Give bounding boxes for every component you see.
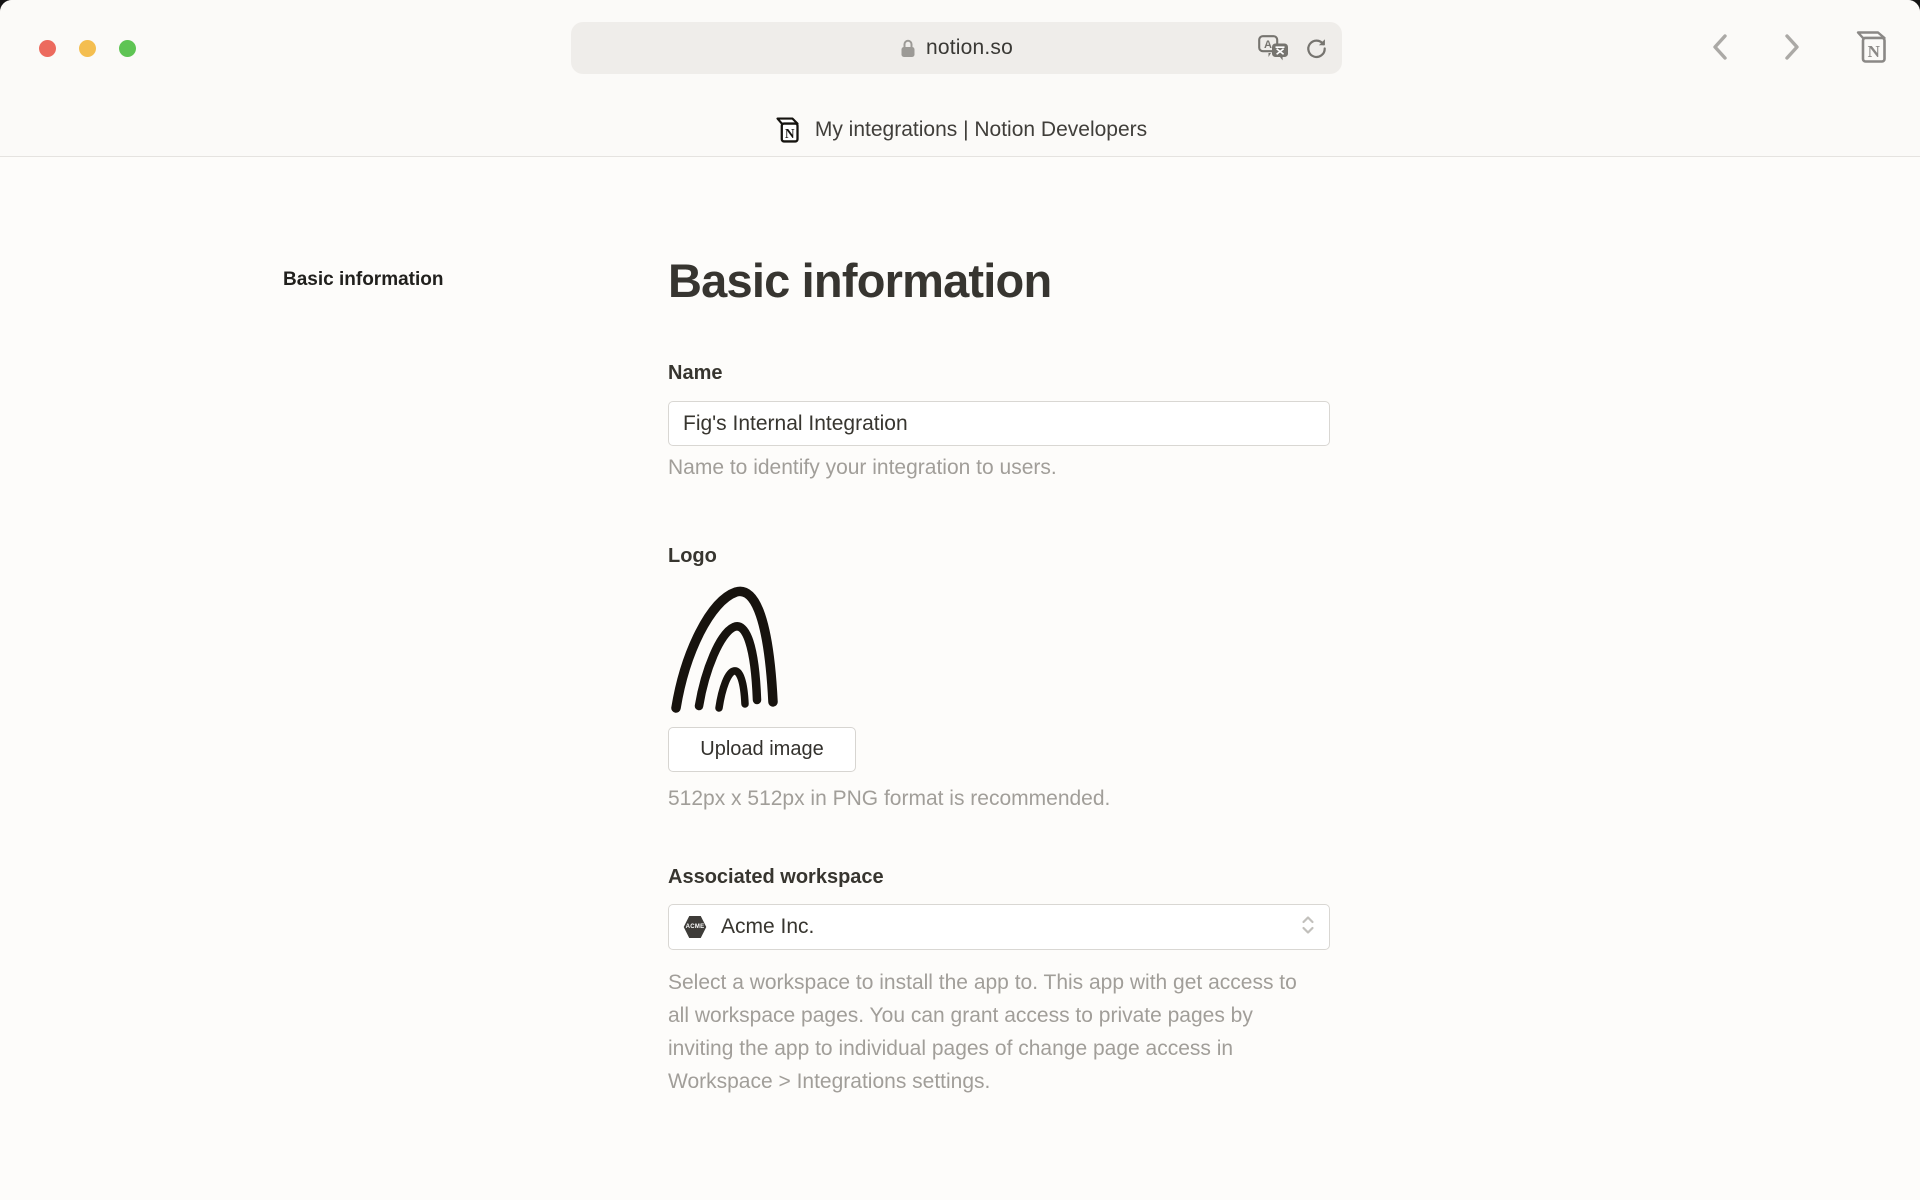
translate-icon[interactable]: A [1258,35,1289,61]
address-bar[interactable]: notion.so A [571,22,1342,74]
url-text: notion.so [926,36,1013,60]
tab-title: My integrations | Notion Developers [815,118,1147,142]
close-window-button[interactable] [39,40,56,57]
name-label: Name [668,362,722,385]
page-title: Basic information [668,253,1051,308]
lock-icon [900,39,916,58]
sidebar-item-basic-information[interactable]: Basic information [283,269,443,291]
notion-app-toolbar-icon[interactable]: N [1851,27,1891,70]
workspace-select[interactable]: ACME Acme Inc. [668,904,1330,950]
name-help-text: Name to identify your integration to use… [668,456,1057,480]
workspace-help-text: Select a workspace to install the app to… [668,966,1308,1098]
svg-text:A: A [1264,39,1272,51]
zoom-window-button[interactable] [119,40,136,57]
chevron-right-icon [1778,30,1804,64]
back-button[interactable] [1708,30,1734,67]
svg-text:N: N [785,126,795,141]
notion-cube-favicon: N [773,115,802,145]
forward-button[interactable] [1778,30,1804,67]
page-tab[interactable]: N My integrations | Notion Developers [0,103,1920,156]
chevron-left-icon [1708,30,1734,64]
page-content: Basic information Basic information Name… [0,157,1920,1200]
logo-label: Logo [668,545,717,568]
logo-help-text: 512px x 512px in PNG format is recommend… [668,787,1110,811]
associated-workspace-label: Associated workspace [668,866,884,889]
reload-icon[interactable] [1305,37,1328,60]
browser-chrome: notion.so A [0,0,1920,157]
integration-logo-image [670,583,786,722]
upload-image-button[interactable]: Upload image [668,727,856,772]
up-down-chevron-icon [1301,915,1315,940]
workspace-selected-value: Acme Inc. [721,915,814,939]
minimize-window-button[interactable] [79,40,96,57]
notion-cube-icon: N [1851,27,1891,67]
svg-text:N: N [1868,42,1881,61]
workspace-badge-icon: ACME [683,915,707,939]
name-input[interactable] [668,401,1330,446]
browser-window: notion.so A [0,0,1920,1200]
